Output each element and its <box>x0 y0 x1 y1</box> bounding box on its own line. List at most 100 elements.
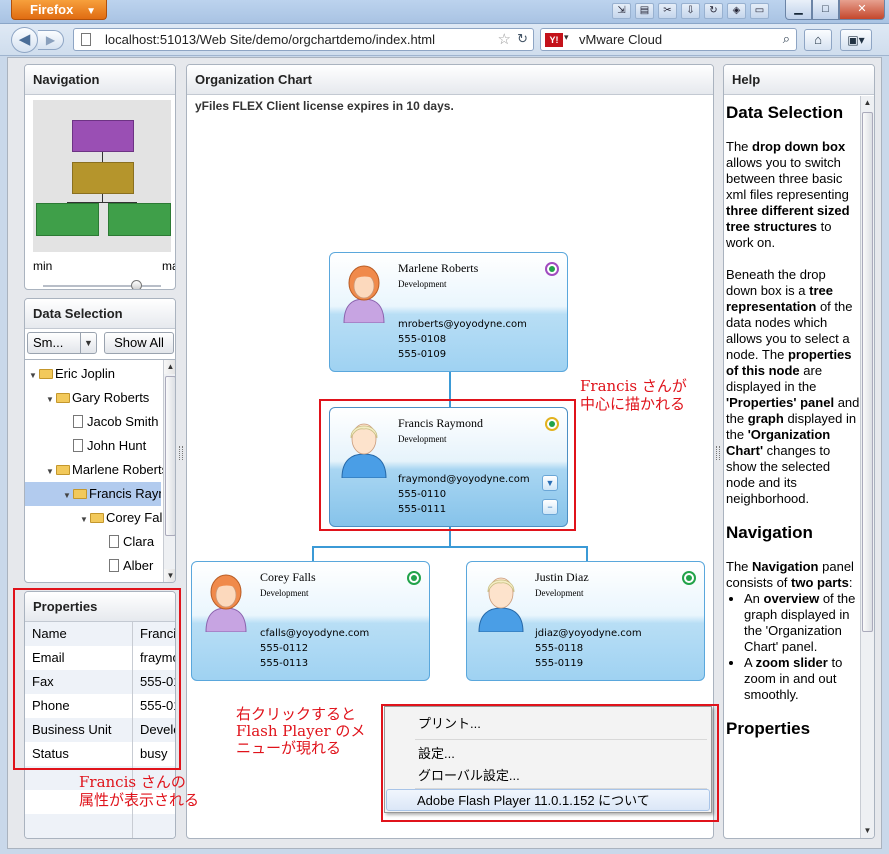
tree-item-label: Jacob Smith <box>87 414 159 429</box>
zoom-slider-thumb[interactable] <box>131 280 143 289</box>
copy-icon[interactable]: ▤ <box>635 3 654 19</box>
node-justin-diaz[interactable]: Justin Diaz Development jdiaz@yoyodyne.c… <box>466 561 705 681</box>
shield-icon[interactable]: ◈ <box>727 3 746 19</box>
scroll-up-icon[interactable]: ▲ <box>861 96 874 110</box>
help-bold: Navigation <box>752 559 819 574</box>
node-marlene-roberts[interactable]: Marlene Roberts Development mroberts@yoy… <box>329 252 568 372</box>
expand-icon[interactable]: ▼ <box>44 388 56 410</box>
address-bar[interactable]: localhost:51013/Web Site/demo/orgchartde… <box>73 28 534 51</box>
help-scrollbar[interactable]: ▲ ▼ <box>860 96 874 838</box>
tree-item-label: Corey Falls <box>106 510 172 525</box>
scrollbar-thumb[interactable] <box>862 112 873 632</box>
page-icon <box>81 33 91 46</box>
firefox-menu-button[interactable]: Firefox ▼ <box>11 0 107 20</box>
node-corey-falls[interactable]: Corey Falls Development cfalls@yoyodyne.… <box>191 561 430 681</box>
forward-button[interactable]: ▶ <box>38 30 64 50</box>
help-text: An <box>744 591 760 606</box>
help-paragraph: The Navigation panel consists of two par… <box>726 559 854 590</box>
chevron-down-icon[interactable]: ▼ <box>80 333 96 353</box>
data-selection-panel: Data Selection Sm... ▼ Show All ▼ Eric Jo… <box>24 298 176 583</box>
help-list-item: An overview of the graph displayed in th… <box>744 591 860 655</box>
expand-icon[interactable]: ▼ <box>78 508 90 530</box>
female-avatar-icon <box>205 574 247 632</box>
tree-item[interactable]: Clara <box>109 530 161 554</box>
panel-splitter-handle[interactable] <box>716 446 720 460</box>
folder-icon <box>73 489 87 499</box>
addon-bar-button[interactable]: ▣▾ <box>840 29 872 51</box>
bookmark-icon[interactable]: ⇲ <box>612 3 631 19</box>
tree-item[interactable]: Jacob Smith <box>73 410 175 434</box>
help-content: Data Selection The drop down box allows … <box>726 97 860 837</box>
organization-chart-title: Organization Chart <box>187 65 713 95</box>
scroll-up-icon[interactable]: ▲ <box>164 360 175 374</box>
tree-item[interactable]: Alber <box>109 554 161 578</box>
folder-icon <box>56 465 70 475</box>
search-input[interactable]: vMware Cloud <box>579 32 662 47</box>
tree-item-label: John Hunt <box>87 438 147 453</box>
property-row-empty <box>25 814 175 838</box>
tree-item[interactable]: ▼ Corey Falls <box>78 506 175 530</box>
help-heading-navigation: Navigation <box>726 523 813 542</box>
status-indicator-icon <box>407 571 421 585</box>
back-button[interactable]: ◀ <box>11 27 38 53</box>
tree-item-label: Gary Roberts <box>72 390 150 405</box>
scrollbar-thumb[interactable] <box>165 376 175 536</box>
edge-to-justin <box>586 546 588 562</box>
cut-icon[interactable]: ✂ <box>658 3 677 19</box>
expand-icon[interactable]: ▼ <box>44 460 56 482</box>
toolbar-icons: ⇲ ▤ ✂ ⇩ ↻ ◈ ▭ <box>612 3 769 19</box>
panel-splitter-handle[interactable] <box>179 446 183 460</box>
help-text: A <box>744 655 752 670</box>
annotation-menu-line2: Flash Player のメニューが現れる <box>236 722 366 757</box>
scroll-down-icon[interactable]: ▼ <box>861 824 874 838</box>
zoom-slider-track[interactable] <box>43 285 161 287</box>
help-bold: two parts <box>791 575 849 590</box>
annotation-center-line1: Francis さんが <box>580 377 687 395</box>
maximize-button[interactable]: □ <box>812 0 839 20</box>
data-tree[interactable]: ▼ Eric Joplin ▼ Gary Roberts Jacob Smith J… <box>25 359 175 582</box>
help-text: The <box>726 559 749 574</box>
overview-node-child <box>36 203 99 236</box>
tree-item-label: Francis Raymond <box>89 486 161 501</box>
status-indicator-icon <box>545 262 559 276</box>
help-paragraph: The drop down box allows you to switch b… <box>726 139 850 250</box>
tree-item[interactable]: ▼ Marlene Roberts <box>44 458 175 482</box>
tree-scrollbar[interactable]: ▲ ▼ <box>163 360 175 582</box>
refresh-icon[interactable]: ↻ <box>704 3 723 19</box>
scroll-down-icon[interactable]: ▼ <box>164 569 175 582</box>
bookmark-star-icon[interactable]: ☆ <box>498 30 511 48</box>
close-button[interactable]: ✕ <box>839 0 885 20</box>
minimize-button[interactable]: ▁ <box>785 0 812 20</box>
search-box[interactable]: Y! ▾ vMware Cloud ⌕ <box>540 28 797 51</box>
chevron-down-icon[interactable]: ▾ <box>564 32 569 43</box>
tree-item[interactable]: ▼ Gary Roberts <box>44 386 175 410</box>
show-all-button[interactable]: Show All <box>104 332 174 354</box>
data-file-dropdown[interactable]: Sm... ▼ <box>27 332 97 354</box>
tree-item-label: Clara <box>123 534 155 549</box>
search-engine-icon[interactable]: Y! <box>545 33 563 47</box>
expand-icon[interactable]: ▼ <box>61 484 73 506</box>
tree-item-label: Alber <box>123 558 154 573</box>
search-icon[interactable]: ⌕ <box>783 31 790 47</box>
help-heading-properties: Properties <box>726 719 811 738</box>
help-bold: 'Properties' panel <box>726 395 835 410</box>
tree-item[interactable]: John Hunt <box>73 434 175 458</box>
node-department: Development <box>398 279 447 289</box>
chevron-down-icon: ▼ <box>86 6 96 17</box>
home-button[interactable]: ⌂ <box>804 29 832 51</box>
overview-edge <box>102 194 103 202</box>
download-icon[interactable]: ⇩ <box>681 3 700 19</box>
graph-overview[interactable] <box>33 100 171 252</box>
node-name: Justin Diaz <box>535 570 589 584</box>
expand-icon[interactable]: ▼ <box>27 364 39 386</box>
node-fax: 555-0119 <box>535 658 584 669</box>
annotation-props-line2: 属性が表示される <box>79 791 200 809</box>
tree-item[interactable]: ▼ Eric Joplin <box>27 362 163 386</box>
tree-item-selected[interactable]: ▼ Francis Raymond <box>25 482 161 506</box>
url-text[interactable]: localhost:51013/Web Site/demo/orgchartde… <box>105 32 435 47</box>
help-list-item: A zoom slider to zoom in and out smoothl… <box>744 655 860 703</box>
navigation-panel-title: Navigation <box>25 65 175 95</box>
help-bold: overview <box>763 591 820 606</box>
reload-icon[interactable]: ↻ <box>517 31 528 47</box>
screen-icon[interactable]: ▭ <box>750 3 769 19</box>
